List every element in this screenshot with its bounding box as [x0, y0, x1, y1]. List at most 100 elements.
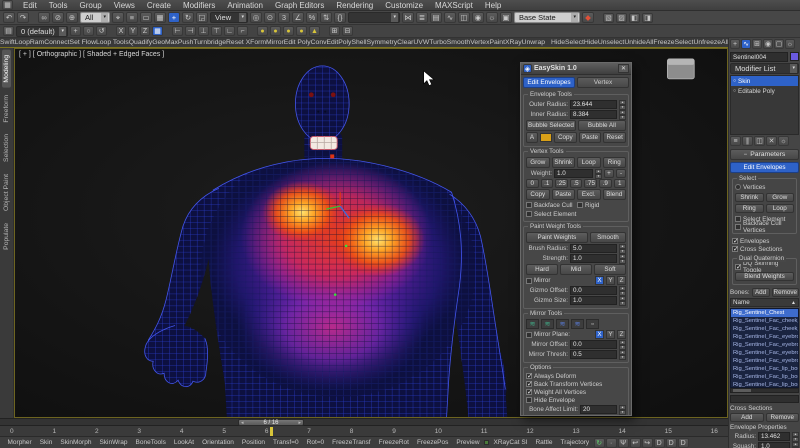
use-center-icon[interactable] — [250, 12, 262, 23]
vertex-select-button[interactable]: Grow — [526, 157, 550, 168]
object-color-swatch[interactable] — [790, 52, 799, 61]
ribbon-button[interactable]: GeoMax — [152, 39, 178, 46]
mirror-axis-button[interactable]: Y — [606, 276, 615, 285]
ribbon-side-tab[interactable]: Modeling — [2, 50, 11, 88]
vertex-select-button[interactable]: Ring — [602, 157, 626, 168]
mirror-plane-axis-button[interactable]: Y — [606, 330, 615, 339]
bind-spacewarp-icon[interactable] — [66, 12, 78, 23]
dialog-tab[interactable]: Edit Envelopes — [523, 77, 575, 88]
bottom-toolbar-button[interactable]: Orientation — [199, 439, 238, 446]
weight-minus-button[interactable]: - — [616, 169, 626, 178]
arrow-forward-icon[interactable] — [641, 437, 653, 448]
d-tool-icon-1[interactable] — [653, 437, 665, 448]
region-rect-icon[interactable] — [140, 12, 152, 23]
ribbon-button[interactable]: Loop Tools — [96, 39, 129, 46]
bottom-toolbar-button[interactable]: Position — [238, 439, 268, 446]
bottom-toolbar-button[interactable]: Transf=0 — [270, 439, 303, 446]
weight-preset-button[interactable]: .5 — [569, 179, 583, 188]
ribbon-button[interactable]: Reset XForm — [226, 39, 266, 46]
bottom-toolbar-button[interactable]: Rot=0 — [303, 439, 328, 446]
remove-bone-button[interactable]: Remove — [771, 287, 799, 297]
mirror-plane-checkbox[interactable]: Mirror Plane: — [526, 331, 570, 339]
render-setup-icon[interactable] — [486, 12, 498, 23]
cross-add-button[interactable]: Add — [730, 413, 764, 422]
ribbon-button[interactable]: Edit Poly — [284, 39, 311, 46]
snap-toggle-icon[interactable] — [278, 12, 290, 23]
weight-preset-button[interactable]: 1 — [613, 179, 627, 188]
ribbon-button[interactable]: UnfreezeAll — [693, 39, 728, 46]
strength-field[interactable]: 1.0 — [570, 254, 617, 263]
cross-remove-button[interactable]: Remove — [765, 413, 799, 422]
remove-zero-weights-button[interactable]: Remove Zero Weights — [526, 415, 626, 416]
ribbon-button[interactable]: Set Flow — [70, 39, 96, 46]
bone-tool-icon-1[interactable] — [172, 26, 183, 36]
paint-weights-button[interactable]: Paint Weights — [526, 232, 588, 243]
select-manipulate-icon[interactable] — [264, 12, 276, 23]
mirror-icon[interactable] — [402, 12, 414, 23]
next-frame-icon[interactable] — [298, 420, 301, 426]
axis-constraint-button[interactable]: X — [116, 26, 126, 36]
sort-asc-icon[interactable]: ▲ — [791, 300, 796, 306]
refresh-layer-icon[interactable] — [96, 26, 107, 36]
vertex-op-button[interactable]: Blend — [602, 189, 626, 200]
brush-hardness-button[interactable]: Soft — [594, 264, 626, 275]
ribbon-button[interactable]: TurboSmooth — [429, 39, 470, 46]
checkbox[interactable]: Always Deform — [526, 372, 626, 380]
mirror-plane-axis-button[interactable]: Z — [617, 330, 626, 339]
spinner[interactable] — [619, 110, 626, 120]
bottom-toolbar-button[interactable]: Morpher — [4, 439, 35, 446]
a-toggle-button[interactable]: A — [526, 132, 538, 143]
ribbon-button[interactable]: Turnbridge — [193, 39, 226, 46]
menu-item[interactable]: Rendering — [330, 1, 379, 10]
motion-tab-icon[interactable] — [763, 39, 773, 49]
easyskin-dialog[interactable]: EasySkin 1.0 Edit EnvelopesVertex Envelo… — [520, 62, 632, 416]
ribbon-button[interactable]: RamConnect — [30, 39, 70, 46]
add-bone-button[interactable]: Add — [751, 287, 770, 297]
bottom-toolbar-button[interactable]: FreezeTransf — [329, 439, 374, 446]
weight-preset-button[interactable]: .75 — [584, 179, 598, 188]
bone-list-item[interactable]: Rig_Sentinel_Fac_cheek_bo — [731, 317, 798, 325]
create-layer-icon[interactable] — [70, 26, 81, 36]
create-tab-icon[interactable] — [730, 39, 740, 49]
align-icon[interactable] — [416, 12, 428, 23]
smooth-button[interactable]: Smooth — [589, 232, 626, 243]
spinner[interactable] — [619, 100, 626, 110]
vertex-op-button[interactable]: Paste — [551, 189, 575, 200]
mirror-paste-right-icon[interactable] — [541, 319, 554, 329]
pin-stack-icon[interactable] — [730, 136, 741, 146]
selection-filter-dropdown[interactable]: All — [80, 12, 110, 23]
bottom-toolbar-button[interactable]: Rattle — [532, 439, 556, 446]
bottom-toolbar-button[interactable]: Skin — [36, 439, 56, 446]
workspace-icon-4[interactable] — [642, 12, 653, 23]
workspace-icon-2[interactable] — [616, 12, 627, 23]
workspace-icon-3[interactable] — [629, 12, 640, 23]
mirror-paste-left-icon[interactable] — [526, 319, 539, 329]
vertex-select-button[interactable]: Shrink — [551, 157, 575, 168]
current-frame-marker[interactable] — [270, 427, 273, 436]
bone-list-item[interactable]: Rig_Sentinel_Fac_cheek_bo — [731, 325, 798, 333]
copy-button[interactable]: Copy — [554, 132, 577, 143]
squash-field[interactable]: 1.0 — [758, 442, 790, 448]
ribbon-button[interactable]: UnhideAll — [624, 39, 653, 46]
bone-tool-icon-3[interactable] — [198, 26, 209, 36]
dq-skinning-checkbox[interactable]: DQ Skinning Toggle — [735, 260, 794, 274]
spinner[interactable] — [619, 350, 626, 360]
ribbon-side-tab[interactable]: Freeform — [2, 90, 11, 128]
gizmo-size-field[interactable]: 1.0 — [570, 296, 617, 305]
rendered-frame-icon[interactable] — [500, 12, 512, 23]
vertex-select-button[interactable]: Loop — [577, 157, 601, 168]
render-production-icon[interactable] — [582, 12, 594, 23]
select-mode-button[interactable]: Shrink — [735, 193, 764, 202]
ik-tool-icon-2[interactable] — [270, 26, 281, 36]
scale-icon[interactable] — [196, 12, 208, 23]
curve-editor-icon[interactable] — [444, 12, 456, 23]
bone-tool-icon-6[interactable] — [237, 26, 248, 36]
vertex-op-button[interactable]: Excl. — [577, 189, 601, 200]
bone-list-item[interactable]: Rig_Sentinel_Fac_eyebrow_ — [731, 349, 798, 357]
inner-radius-field[interactable]: 8.384 — [570, 110, 617, 119]
menu-item[interactable]: Modifiers — [177, 1, 221, 10]
spinner[interactable] — [619, 244, 626, 254]
move-icon[interactable] — [168, 12, 180, 23]
menu-item[interactable]: Views — [108, 1, 141, 10]
select-mode-button[interactable]: Grow — [765, 193, 794, 202]
